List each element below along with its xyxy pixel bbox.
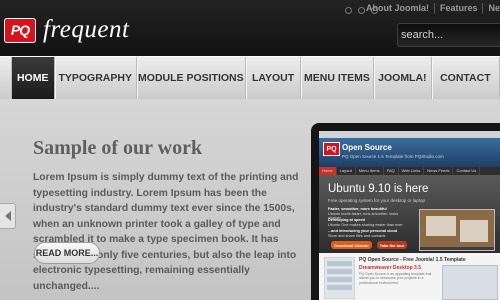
slide-title: Sample of our work xyxy=(33,137,203,159)
preview-hero: Ubuntu 9.10 is here Free operating syste… xyxy=(319,175,500,253)
preview-bullet: ...and introducing your personal cloud St… xyxy=(328,229,398,238)
preview-bullet: Developing at speed Ubuntu One makes shar… xyxy=(328,218,403,227)
small-circle-icon[interactable] xyxy=(358,7,365,14)
top-link-features[interactable]: Features xyxy=(440,3,478,14)
featured-slide: Sample of our work Lorem Ipsum is simply… xyxy=(0,99,500,300)
search-input[interactable] xyxy=(401,28,496,42)
preview-hero-subtitle: Free operating system for your desktop o… xyxy=(328,198,426,203)
preview-content-title: PQ Open Source - Free Joomla! 1.5 Templa… xyxy=(359,257,466,263)
slide-body: Lorem Ipsum is simply dummy text of the … xyxy=(33,172,299,292)
top-links: About Joomla! Features Ne xyxy=(366,3,500,14)
top-link-news[interactable]: Ne xyxy=(488,3,500,14)
small-circle-icon[interactable] xyxy=(345,7,352,14)
search-box xyxy=(397,23,500,47)
preview-logo: PQ xyxy=(323,142,340,156)
main-nav: HOME TYPOGRAPHY MODULE POSITIONS LAYOUT … xyxy=(0,56,500,100)
preview-nav-item: Layout xyxy=(337,167,356,175)
preview-desktop-screenshot xyxy=(419,209,495,251)
preview-content-subtitle: Dreamweaver Desktop 3.5 xyxy=(359,265,421,271)
divider xyxy=(433,3,435,14)
top-link-about[interactable]: About Joomla! xyxy=(366,3,429,14)
nav-item-joomla[interactable]: JOOMLA! xyxy=(374,57,432,99)
preview-hero-title: Ubuntu 9.10 is here xyxy=(328,183,429,195)
nav-item-module-positions[interactable]: MODULE POSITIONS xyxy=(137,57,247,99)
nav-item-contact[interactable]: CONTACT xyxy=(432,57,500,99)
prev-slide-button[interactable] xyxy=(0,203,16,229)
header: PQ frequent About Joomla! Features Ne xyxy=(0,0,500,56)
preview-nav-item: Contact Us xyxy=(453,167,481,175)
logo-badge: PQ xyxy=(4,17,36,43)
preview-tour-button: Take the tour xyxy=(377,241,407,249)
arrow-left-icon xyxy=(4,211,11,221)
preview-nav-item: Menu Items xyxy=(356,167,384,175)
preview-content-text: PQ Open Source is an appealing template … xyxy=(359,272,432,285)
preview-title: Open Source xyxy=(342,143,392,152)
nav-item-home[interactable]: HOME xyxy=(11,57,55,99)
nav-item-typography[interactable]: TYPOGRAPHY xyxy=(55,57,137,99)
preview-nav-item: Home xyxy=(319,167,337,175)
read-more-button[interactable]: READ MORE... xyxy=(34,242,100,264)
preview-nav-item: FAQ xyxy=(384,167,399,175)
divider xyxy=(482,3,484,14)
laptop-preview-image: PQ Open Source PQ Open Source 1.5 Templa… xyxy=(311,123,500,300)
laptop-screen: PQ Open Source PQ Open Source 1.5 Templa… xyxy=(319,131,500,300)
preview-subtitle: PQ Open Source 1.5 Template from PQStudi… xyxy=(342,154,444,159)
preview-download-button: Download Ubuntu xyxy=(331,241,372,249)
logo-text: frequent xyxy=(43,16,130,43)
site-logo[interactable]: PQ frequent xyxy=(4,16,129,44)
nav-item-menu-items[interactable]: MENU ITEMS xyxy=(301,57,375,99)
preview-nav: Home Layout Menu Items FAQ Web Links New… xyxy=(319,167,500,175)
preview-site-header: PQ Open Source PQ Open Source 1.5 Templa… xyxy=(319,138,500,167)
preview-content: PQ Open Source - Free Joomla! 1.5 Templa… xyxy=(319,253,500,300)
browser-bar xyxy=(319,131,500,138)
preview-thumbnail xyxy=(442,265,498,300)
nav-edge xyxy=(0,57,12,99)
preview-nav-item: Web Links xyxy=(399,167,425,175)
preview-sidebar xyxy=(324,257,355,299)
nav-item-layout[interactable]: LAYOUT xyxy=(246,57,301,99)
preview-nav-item: News Feeds xyxy=(424,167,454,175)
